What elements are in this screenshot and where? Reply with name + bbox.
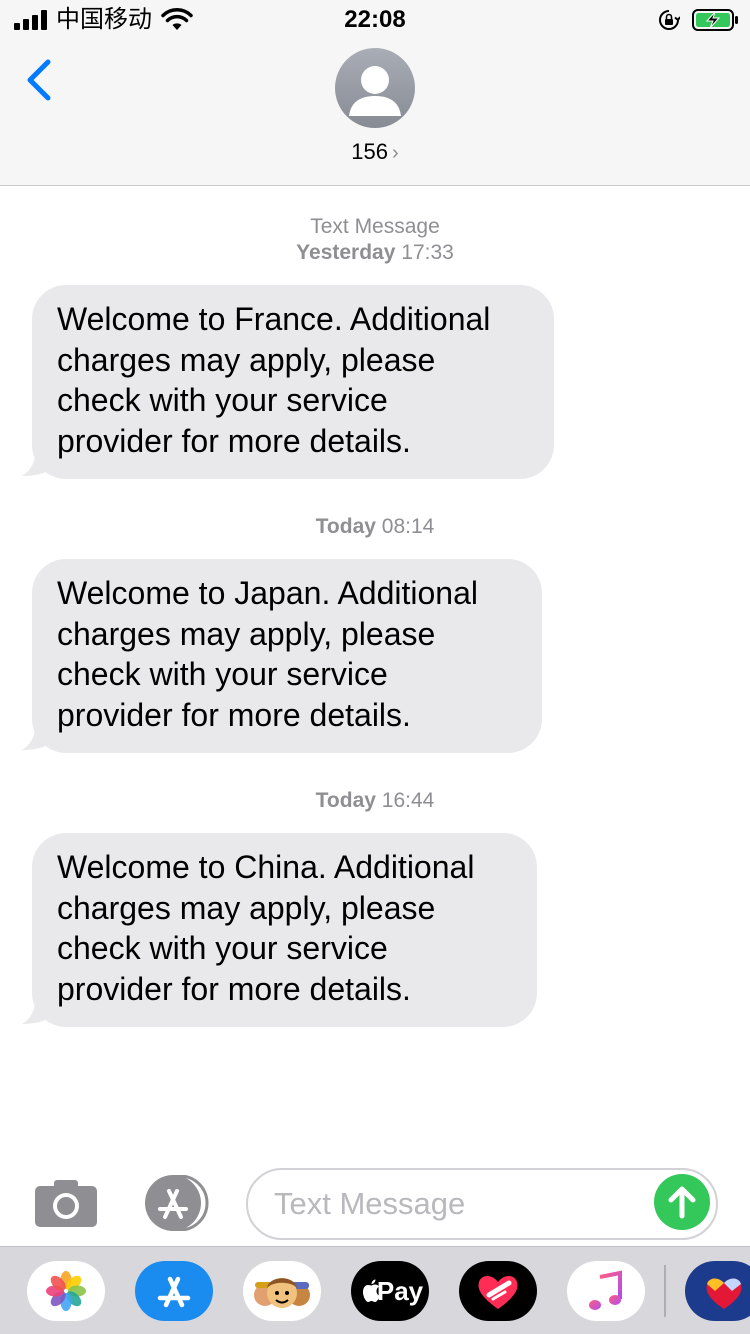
contact-name: 156 [351, 139, 389, 164]
drawer-divider [664, 1265, 666, 1317]
message-text-line: provider for more details. [57, 970, 411, 1007]
message-text-line: check with your service [57, 930, 388, 966]
message-text-line: check with your service [57, 382, 388, 418]
message-bubble[interactable]: Welcome to Japan. Additional charges may… [32, 559, 542, 753]
app-store-app-button[interactable] [135, 1261, 213, 1321]
send-button[interactable] [654, 1174, 710, 1230]
status-bar: 中国移动 22:08 [0, 0, 750, 40]
battery-charging-icon [692, 9, 738, 31]
apple-pay-label: Pay [376, 1276, 424, 1306]
heart-app-icon [478, 1275, 518, 1309]
contact-name-button[interactable]: 156 › [0, 138, 750, 167]
app-store-icon [157, 1276, 191, 1308]
navigation-header: 中国移动 22:08 156 › [0, 0, 750, 186]
message-text-line: provider for more details. [57, 696, 411, 733]
southwest-app-button[interactable] [685, 1261, 750, 1321]
message-timestamp: Yesterday 17:33 [296, 241, 454, 264]
digital-touch-app-button[interactable] [459, 1261, 537, 1321]
message-text-line: Welcome to China. Additional [57, 849, 475, 885]
orientation-lock-icon [659, 10, 680, 30]
message-timestamp: Today 08:14 [315, 515, 435, 538]
back-button[interactable] [22, 56, 54, 104]
photos-icon [46, 1271, 86, 1311]
message-input[interactable] [274, 1170, 634, 1238]
message-text-line: Welcome to Japan. Additional [57, 575, 478, 611]
app-store-button[interactable] [140, 1175, 212, 1231]
contact-avatar[interactable] [335, 48, 415, 128]
southwest-icon [706, 1278, 742, 1309]
chevron-right-icon: › [392, 142, 399, 164]
photos-app-button[interactable] [27, 1261, 105, 1321]
memoji-app-button[interactable] [243, 1261, 321, 1321]
message-text-line: charges may apply, please [57, 341, 436, 378]
message-bubble[interactable]: Welcome to France. Additional charges ma… [32, 285, 554, 479]
message-text-line: charges may apply, please [57, 889, 436, 926]
message-input-field[interactable] [246, 1168, 718, 1240]
message-text-line: Welcome to France. Additional [57, 301, 491, 337]
service-label: Text Message [310, 215, 440, 238]
app-drawer: Pay [0, 1246, 750, 1334]
music-icon [589, 1270, 622, 1310]
message-text-line: provider for more details. [57, 422, 411, 459]
message-bubble[interactable]: Welcome to China. Additional charges may… [32, 833, 537, 1027]
arrow-up-icon [668, 1186, 696, 1219]
apple-pay-app-button[interactable]: Pay [351, 1261, 429, 1321]
music-app-button[interactable] [567, 1261, 645, 1321]
person-icon [349, 66, 401, 116]
camera-button[interactable] [34, 1178, 98, 1228]
message-text-line: charges may apply, please [57, 615, 436, 652]
status-time: 22:08 [344, 6, 406, 33]
message-text-line: check with your service [57, 656, 388, 692]
memoji-icon [254, 1278, 310, 1308]
message-timestamp: Today 16:44 [315, 789, 435, 812]
